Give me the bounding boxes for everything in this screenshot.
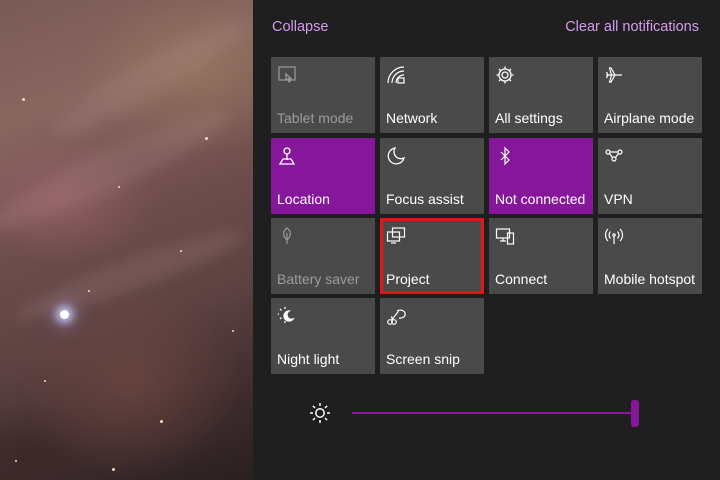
tile-focus-assist[interactable]: Focus assist: [380, 138, 484, 214]
tile-label: Tablet mode: [277, 110, 354, 126]
tile-network[interactable]: Network: [380, 57, 484, 133]
bluetooth-icon: [495, 146, 515, 166]
sun-icon: [309, 402, 331, 424]
project-icon: [386, 226, 406, 246]
clear-all-notifications-button[interactable]: Clear all notifications: [565, 19, 699, 35]
tile-night-light[interactable]: Night light: [271, 298, 375, 374]
airplane-icon: [604, 65, 624, 85]
hotspot-icon: [604, 226, 624, 246]
connect-icon: [495, 226, 515, 246]
tile-label: Project: [386, 271, 430, 287]
action-center-panel: Collapse Clear all notifications Tablet …: [253, 0, 720, 480]
tablet-mode-icon: [277, 65, 297, 85]
tile-airplane-mode[interactable]: Airplane mode: [598, 57, 702, 133]
network-icon: [386, 65, 406, 85]
tile-label: Not connected: [495, 191, 586, 207]
tile-label: Battery saver: [277, 271, 360, 287]
brightness-slider-thumb[interactable]: [631, 400, 639, 427]
night-light-icon: [277, 306, 297, 326]
tile-all-settings[interactable]: All settings: [489, 57, 593, 133]
collapse-button[interactable]: Collapse: [272, 19, 328, 35]
moon-icon: [386, 146, 406, 166]
vpn-icon: [604, 146, 624, 166]
battery-saver-icon: [277, 226, 297, 246]
tile-location[interactable]: Location: [271, 138, 375, 214]
tile-label: VPN: [604, 191, 633, 207]
tile-label: Connect: [495, 271, 548, 287]
tile-label: Focus assist: [386, 191, 464, 207]
tile-tablet-mode[interactable]: Tablet mode: [271, 57, 375, 133]
tile-label: Screen snip: [386, 351, 460, 367]
tile-label: Location: [277, 191, 330, 207]
tile-label: Airplane mode: [604, 110, 695, 126]
tile-label: Mobile hotspot: [604, 271, 696, 287]
tile-label: Network: [386, 110, 438, 126]
tile-screen-snip[interactable]: Screen snip: [380, 298, 484, 374]
desktop-wallpaper: [0, 0, 253, 480]
tile-project[interactable]: Project: [380, 218, 484, 294]
tile-mobile-hotspot[interactable]: Mobile hotspot: [598, 218, 702, 294]
screen-snip-icon: [386, 306, 406, 326]
tile-not-connected[interactable]: Not connected: [489, 138, 593, 214]
location-icon: [277, 146, 297, 166]
tile-connect[interactable]: Connect: [489, 218, 593, 294]
tile-battery-saver[interactable]: Battery saver: [271, 218, 375, 294]
tile-label: Night light: [277, 351, 340, 367]
gear-icon: [495, 65, 515, 85]
tile-label: All settings: [495, 110, 563, 126]
brightness-slider-track[interactable]: [352, 412, 635, 414]
tile-vpn[interactable]: VPN: [598, 138, 702, 214]
